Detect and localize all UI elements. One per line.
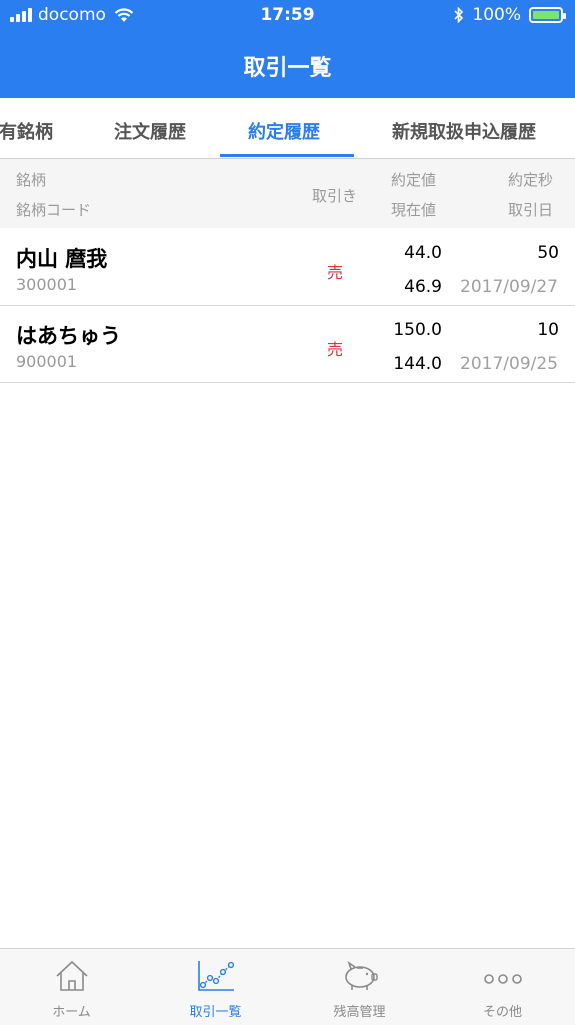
stock-code: 900001: [16, 352, 78, 371]
tabbar-balance[interactable]: 残高管理: [288, 949, 431, 1025]
tabbar-home-label: ホーム: [52, 1005, 91, 1020]
tabbar-balance-label: 残高管理: [333, 1005, 386, 1020]
trade-date: 2017/09/25: [460, 354, 558, 374]
bluetooth-icon: [454, 7, 464, 23]
header-stock: 銘柄: [16, 171, 47, 189]
chart-icon: [197, 961, 234, 991]
header-current-price: 現在値: [391, 201, 437, 219]
tabbar-home[interactable]: ホーム: [0, 949, 143, 1025]
status-right: 100%: [454, 5, 566, 25]
trade-date: 2017/09/27: [460, 277, 558, 297]
navigation-bar: 取引一覧: [0, 32, 575, 98]
header-exec-price: 約定値: [391, 171, 437, 189]
current-price: 46.9: [404, 277, 442, 297]
tab-order-history[interactable]: 注文履歴: [114, 118, 186, 144]
header-exec-qty: 約定秒: [508, 171, 554, 189]
tab-holdings[interactable]: 有銘柄: [0, 118, 53, 144]
battery-icon: [529, 7, 566, 23]
tab-execution-history[interactable]: 約定履歴: [248, 118, 320, 144]
exec-qty: 50: [537, 243, 559, 263]
header-stock-code: 銘柄コード: [16, 201, 92, 219]
home-icon: [55, 960, 88, 991]
history-tabs: 有銘柄 注文履歴 約定履歴 新規取扱申込履歴: [0, 98, 575, 159]
exec-price: 150.0: [393, 320, 442, 340]
tab-new-application-history[interactable]: 新規取扱申込履歴: [392, 118, 536, 144]
exec-qty: 10: [537, 320, 559, 340]
tabbar-more[interactable]: その他: [431, 949, 574, 1025]
tabbar-trades[interactable]: 取引一覧: [144, 949, 287, 1025]
stock-code: 300001: [16, 275, 78, 294]
header-trade-type: 取引き: [312, 187, 358, 205]
active-tab-indicator: [220, 154, 354, 157]
more-icon: [483, 974, 522, 984]
tabbar-trades-label: 取引一覧: [189, 1005, 242, 1020]
bottom-tab-bar: ホーム 取引一覧 残高管理 その他: [0, 948, 575, 1025]
page-title: 取引一覧: [243, 56, 332, 81]
stock-name: 内山 麿我: [16, 247, 108, 271]
status-bar: docomo 17:59 100%: [0, 0, 575, 32]
header-trade-date: 取引日: [508, 201, 554, 219]
table-row[interactable]: はあちゅう 900001 売 150.0 144.0 10 2017/09/25: [0, 306, 575, 383]
exec-price: 44.0: [404, 243, 442, 263]
table-header: 銘柄 銘柄コード 取引き 約定値 現在値 約定秒 取引日: [0, 159, 575, 228]
tabbar-more-label: その他: [482, 1005, 522, 1020]
table-row[interactable]: 内山 麿我 300001 売 44.0 46.9 50 2017/09/27: [0, 229, 575, 306]
trade-side: 売: [327, 263, 344, 282]
piggy-bank-icon: [344, 961, 378, 990]
trade-side: 売: [327, 340, 344, 359]
current-price: 144.0: [393, 354, 442, 374]
stock-name: はあちゅう: [16, 324, 121, 348]
battery-percent: 100%: [472, 5, 521, 25]
